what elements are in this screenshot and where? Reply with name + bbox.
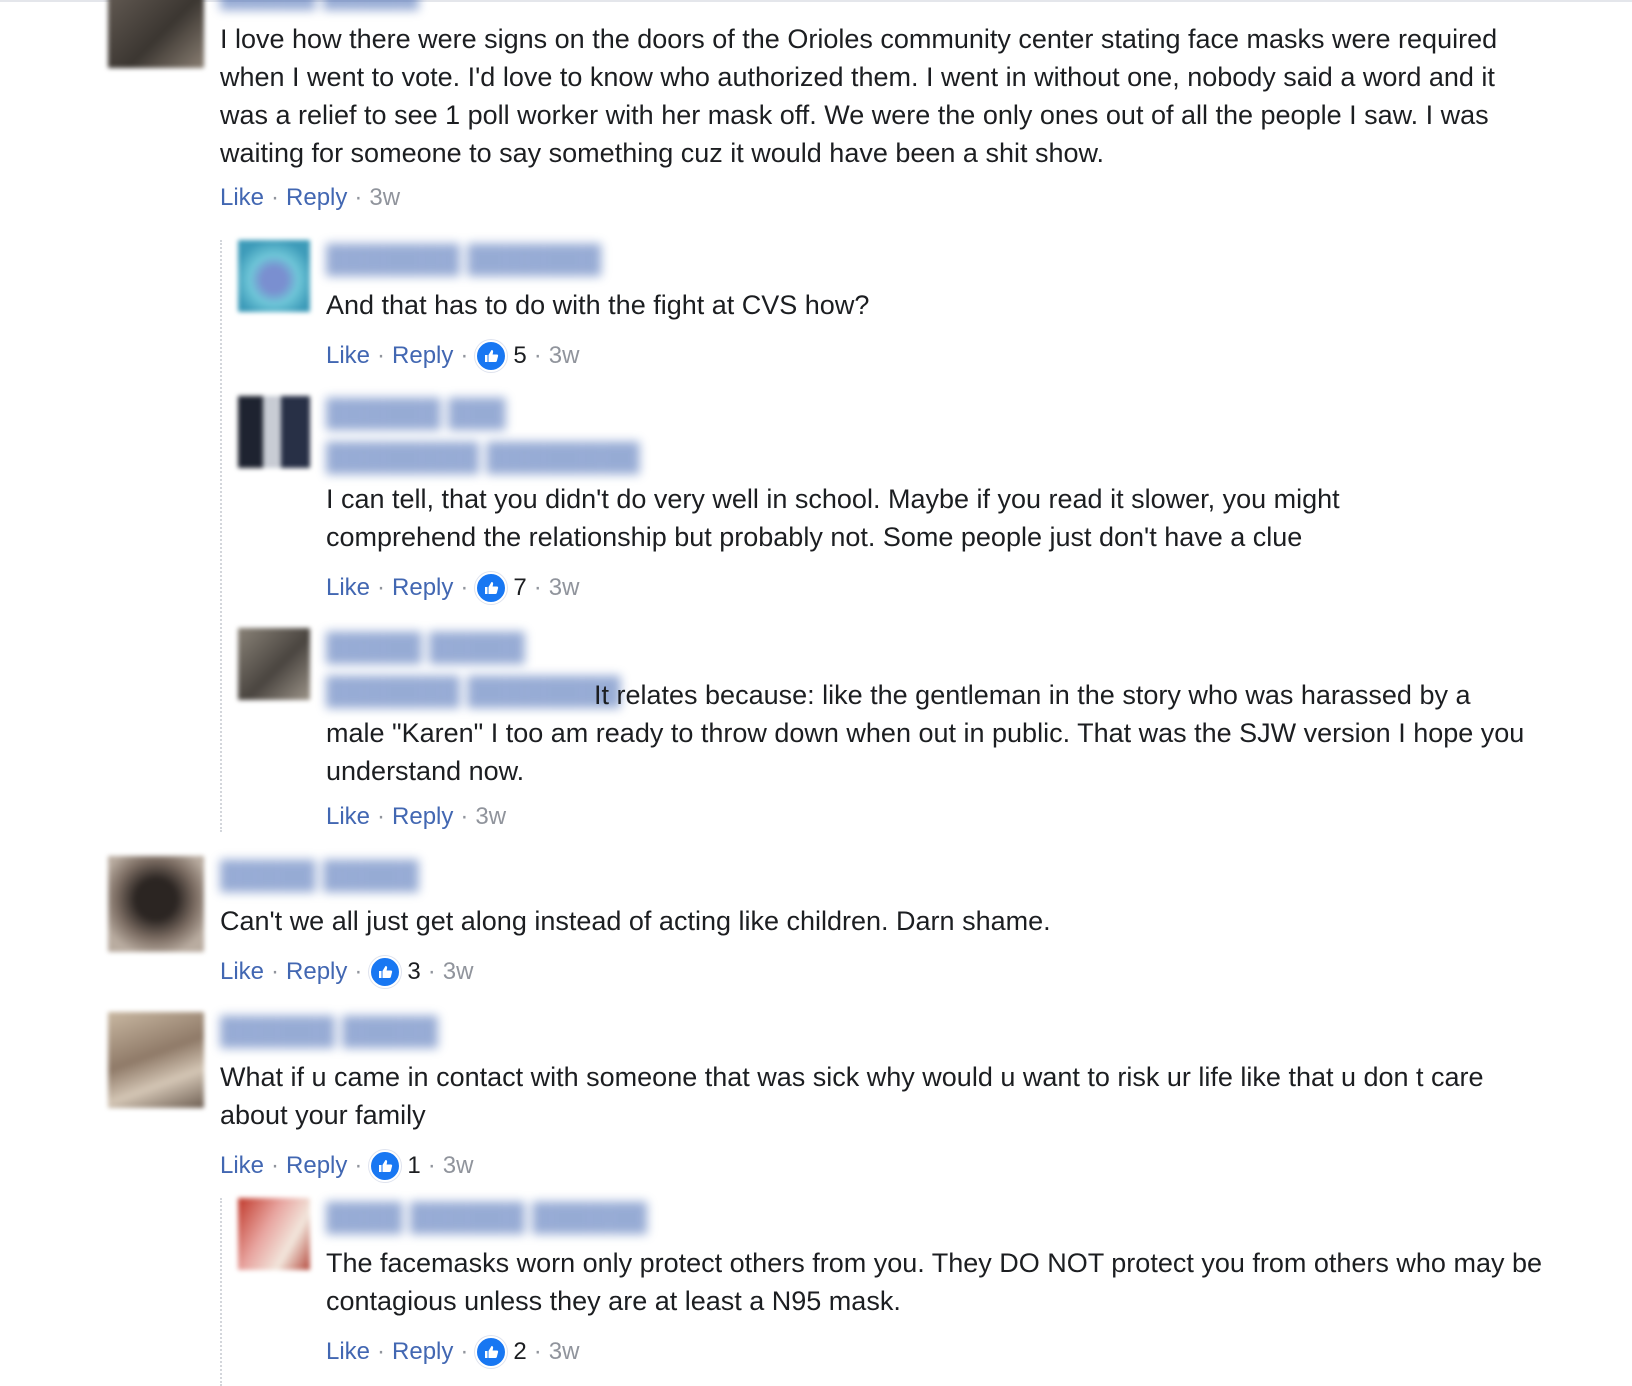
like-link[interactable]: Like — [326, 342, 370, 370]
mentioned-user[interactable]: ████████ ████████ — [326, 442, 640, 473]
reply-text: It relates because: like the gentleman i… — [326, 676, 1526, 790]
avatar[interactable] — [108, 856, 204, 952]
avatar[interactable] — [238, 1198, 310, 1270]
thumbs-up-icon[interactable] — [369, 1150, 402, 1182]
like-link[interactable]: Like — [326, 574, 370, 602]
timestamp[interactable]: 3w — [475, 803, 506, 831]
comment-text: What if u came in contact with someone t… — [220, 1062, 1484, 1130]
comment-actions: Like · Reply · 3 · 3w — [220, 956, 473, 988]
reply-link[interactable]: Reply — [392, 574, 453, 602]
commenter-name[interactable]: ███████ ███████ — [326, 244, 601, 275]
thumbs-up-icon[interactable] — [369, 956, 402, 988]
like-link[interactable]: Like — [326, 803, 370, 831]
like-link[interactable]: Like — [220, 1152, 264, 1180]
comment-actions: Like · Reply · 1 · 3w — [220, 1150, 473, 1182]
like-count[interactable]: 2 — [513, 1338, 526, 1366]
thumbs-up-icon[interactable] — [475, 572, 508, 604]
like-link[interactable]: Like — [220, 184, 264, 212]
like-link[interactable]: Like — [220, 958, 264, 986]
reply-actions: Like · Reply · 3w — [326, 803, 507, 831]
reply-link[interactable]: Reply — [392, 1338, 453, 1366]
reply-link[interactable]: Reply — [392, 803, 453, 831]
timestamp[interactable]: 3w — [549, 1338, 580, 1366]
timestamp[interactable]: 3w — [369, 184, 400, 212]
reply-text: I can tell, that you didn't do very well… — [326, 484, 1340, 552]
thumbs-up-icon[interactable] — [475, 1336, 508, 1368]
reply-link[interactable]: Reply — [286, 184, 347, 212]
commenter-name[interactable]: █████ █████ — [220, 860, 419, 891]
comment-text: Can't we all just get along instead of a… — [220, 906, 1051, 936]
commenter-name[interactable]: █████ █████ — [326, 632, 525, 663]
reply-link[interactable]: Reply — [286, 1152, 347, 1180]
commenter-name[interactable]: ██████ ███ — [326, 398, 506, 429]
comment-actions: Like · Reply · 3w — [220, 184, 401, 212]
reply-text: The facemasks worn only protect others f… — [326, 1248, 1542, 1316]
timestamp[interactable]: 3w — [549, 342, 580, 370]
avatar[interactable] — [238, 240, 310, 312]
like-count[interactable]: 1 — [407, 1152, 420, 1180]
reply-text: And that has to do with the fight at CVS… — [326, 290, 870, 320]
avatar[interactable] — [108, 1012, 204, 1108]
reply-thread-line — [220, 1198, 222, 1386]
comment-text: I love how there were signs on the doors… — [220, 24, 1498, 168]
reply-actions: Like · Reply · 7 · 3w — [326, 572, 579, 604]
commenter-name[interactable]: ██████ █████ — [220, 1016, 438, 1047]
reply-link[interactable]: Reply — [392, 342, 453, 370]
reply-actions: Like · Reply · 2 · 3w — [326, 1336, 579, 1368]
like-count[interactable]: 5 — [513, 342, 526, 370]
timestamp[interactable]: 3w — [549, 574, 580, 602]
avatar[interactable] — [238, 396, 310, 468]
commenter-name[interactable]: ████ ██████ ██████ — [326, 1202, 647, 1233]
reply-link[interactable]: Reply — [286, 958, 347, 986]
avatar[interactable] — [108, 0, 204, 68]
like-count[interactable]: 7 — [513, 574, 526, 602]
timestamp[interactable]: 3w — [443, 958, 474, 986]
commenter-name[interactable]: █████ █████ — [220, 0, 419, 9]
thumbs-up-icon[interactable] — [475, 340, 508, 372]
avatar[interactable] — [238, 628, 310, 700]
like-count[interactable]: 3 — [407, 958, 420, 986]
like-link[interactable]: Like — [326, 1338, 370, 1366]
reply-thread-line — [220, 240, 222, 832]
reply-actions: Like · Reply · 5 · 3w — [326, 340, 579, 372]
timestamp[interactable]: 3w — [443, 1152, 474, 1180]
reply-text-content: It relates because: like the gentleman i… — [326, 680, 1525, 786]
